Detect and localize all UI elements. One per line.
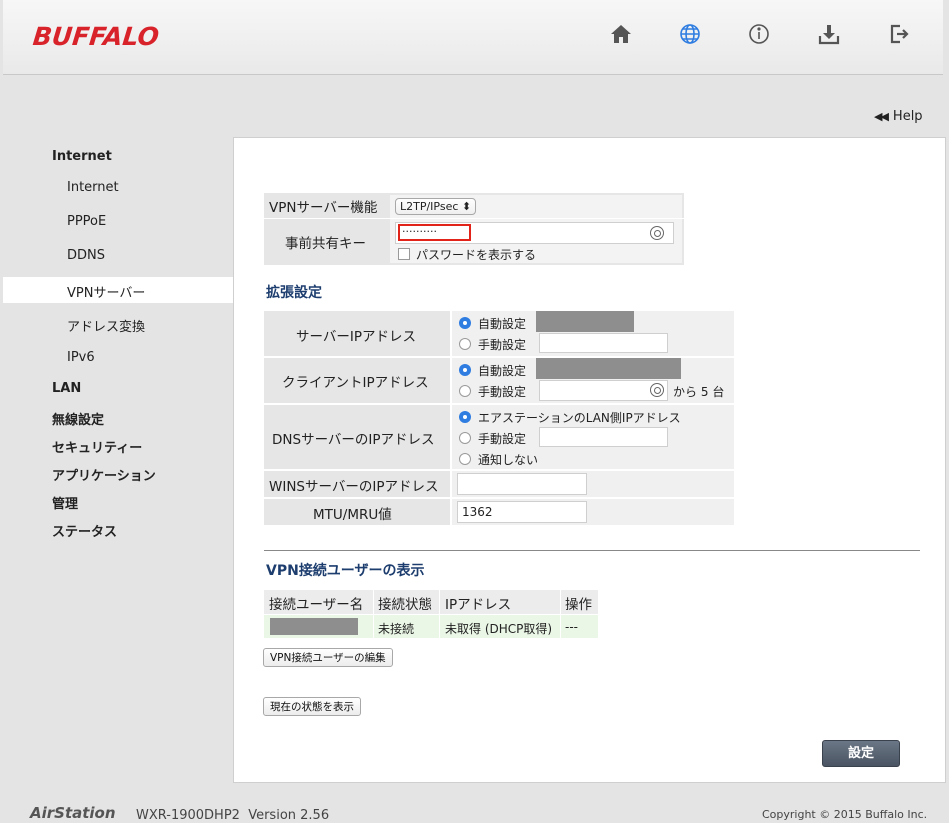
server-ip-auto-label: 自動設定 — [478, 317, 527, 331]
dns-station-radio[interactable] — [459, 411, 471, 423]
client-ip-manual-radio[interactable] — [459, 385, 471, 397]
user-op-value: --- — [565, 620, 578, 634]
wins-label: WINSサーバーのIPアドレス — [269, 479, 439, 495]
top-header: BUFFALO — [3, 0, 943, 75]
client-ip-label: クライアントIPアドレス — [282, 375, 429, 391]
redacted-client-ip — [536, 358, 681, 379]
server-ip-label: サーバーIPアドレス — [296, 329, 416, 345]
dns-input[interactable] — [539, 427, 668, 447]
divider — [264, 497, 734, 499]
show-password-eye-icon[interactable] — [650, 226, 664, 240]
users-header-status: 接続状態 — [378, 597, 432, 613]
server-ip-auto-radio[interactable] — [459, 317, 471, 329]
download-icon[interactable] — [817, 22, 841, 46]
vpn-function-label: VPNサーバー機能 — [269, 200, 378, 216]
dns-none-radio[interactable] — [459, 453, 471, 465]
model-name: WXR-1900DHP2 — [136, 808, 240, 823]
buffalo-logo: BUFFALO — [31, 22, 161, 51]
users-header-name: 接続ユーザー名 — [269, 597, 364, 613]
advanced-settings-title: 拡張設定 — [266, 285, 322, 301]
server-ip-manual-radio[interactable] — [459, 338, 471, 350]
wins-input[interactable] — [457, 473, 587, 495]
vpn-function-select[interactable]: L2TP/IPsec ⬍ — [395, 198, 477, 215]
firmware-version: Version 2.56 — [248, 808, 330, 823]
server-ip-input[interactable] — [539, 333, 668, 353]
mtu-input[interactable]: 1362 — [457, 501, 587, 523]
dns-station-label: エアステーションのLAN側IPアドレス — [478, 411, 681, 425]
server-ip-manual-label: 手動設定 — [478, 338, 527, 352]
sidebar-item-lan[interactable]: LAN — [52, 381, 81, 396]
sidebar-item-applications[interactable]: アプリケーション — [52, 465, 156, 484]
sidebar-item-internet[interactable]: Internet — [52, 149, 112, 164]
help-label: Help — [892, 109, 923, 124]
sidebar-item-internet-sub[interactable]: Internet — [67, 180, 119, 195]
show-password-checkbox[interactable] — [398, 248, 410, 260]
users-header-op: 操作 — [565, 597, 592, 613]
section-divider — [264, 550, 920, 551]
help-link[interactable]: ◀◀ Help — [874, 109, 923, 124]
sidebar-item-vpn-server[interactable]: VPNサーバー — [67, 282, 145, 301]
home-icon[interactable] — [609, 22, 633, 46]
airstation-logo: AirStation — [30, 804, 116, 822]
psk-input[interactable]: ·········· — [398, 224, 471, 241]
sidebar-item-ipv6[interactable]: IPv6 — [67, 350, 95, 365]
client-unit-label: 台 — [712, 385, 725, 399]
dns-none-label: 通知しない — [478, 453, 539, 467]
divider — [264, 403, 734, 405]
client-ip-eye-icon[interactable] — [650, 383, 664, 397]
sidebar-item-ddns[interactable]: DDNS — [67, 248, 105, 263]
globe-icon[interactable] — [678, 22, 702, 46]
dns-label: DNSサーバーのIPアドレス — [272, 432, 435, 448]
user-ip-value: 未取得 (DHCP取得) — [445, 622, 553, 636]
psk-label: 事前共有キー — [285, 236, 366, 252]
vpn-users-title: VPN接続ユーザーの表示 — [266, 563, 425, 579]
divider — [373, 590, 374, 638]
sidebar-item-wireless[interactable]: 無線設定 — [52, 409, 104, 428]
divider — [264, 218, 684, 219]
divider — [439, 590, 440, 638]
sidebar-item-status[interactable]: ステータス — [52, 521, 117, 540]
client-ip-auto-radio[interactable] — [459, 364, 471, 376]
show-status-button[interactable]: 現在の状態を表示 — [263, 697, 361, 716]
client-ip-manual-label: 手動設定 — [478, 385, 527, 399]
dns-manual-label: 手動設定 — [478, 432, 527, 446]
sidebar-item-address-translation[interactable]: アドレス変換 — [67, 316, 145, 335]
divider — [264, 469, 734, 471]
client-from-label: から — [673, 385, 698, 399]
redacted-user-name — [270, 618, 358, 635]
client-ip-auto-label: 自動設定 — [478, 364, 527, 378]
client-count-value: 5 — [700, 385, 709, 399]
model-version: WXR-1900DHP2 Version 2.56 — [136, 808, 329, 823]
select-arrows-icon: ⬍ — [461, 200, 472, 213]
mtu-label: MTU/MRU値 — [313, 507, 392, 523]
submit-button[interactable]: 設定 — [822, 740, 900, 767]
redacted-server-ip — [536, 311, 634, 332]
sidebar-item-pppoe[interactable]: PPPoE — [67, 214, 106, 229]
collapse-left-icon: ◀◀ — [874, 110, 889, 123]
sidebar-item-security[interactable]: セキュリティー — [52, 437, 142, 456]
client-ip-count: から 5 台 — [673, 383, 724, 400]
edit-vpn-users-button[interactable]: VPN接続ユーザーの編集 — [263, 648, 393, 667]
divider — [560, 590, 561, 638]
info-icon[interactable] — [747, 22, 771, 46]
divider — [450, 311, 452, 525]
sidebar-item-admin[interactable]: 管理 — [52, 493, 78, 512]
copyright: Copyright © 2015 Buffalo Inc. — [762, 808, 928, 821]
user-status-value: 未接続 — [378, 622, 415, 636]
users-header-ip: IPアドレス — [445, 597, 512, 613]
client-ip-input[interactable] — [539, 380, 668, 401]
vpn-function-value: L2TP/IPsec — [400, 200, 459, 213]
show-password-label: パスワードを表示する — [416, 248, 537, 262]
logout-icon[interactable] — [887, 22, 911, 46]
dns-manual-radio[interactable] — [459, 432, 471, 444]
